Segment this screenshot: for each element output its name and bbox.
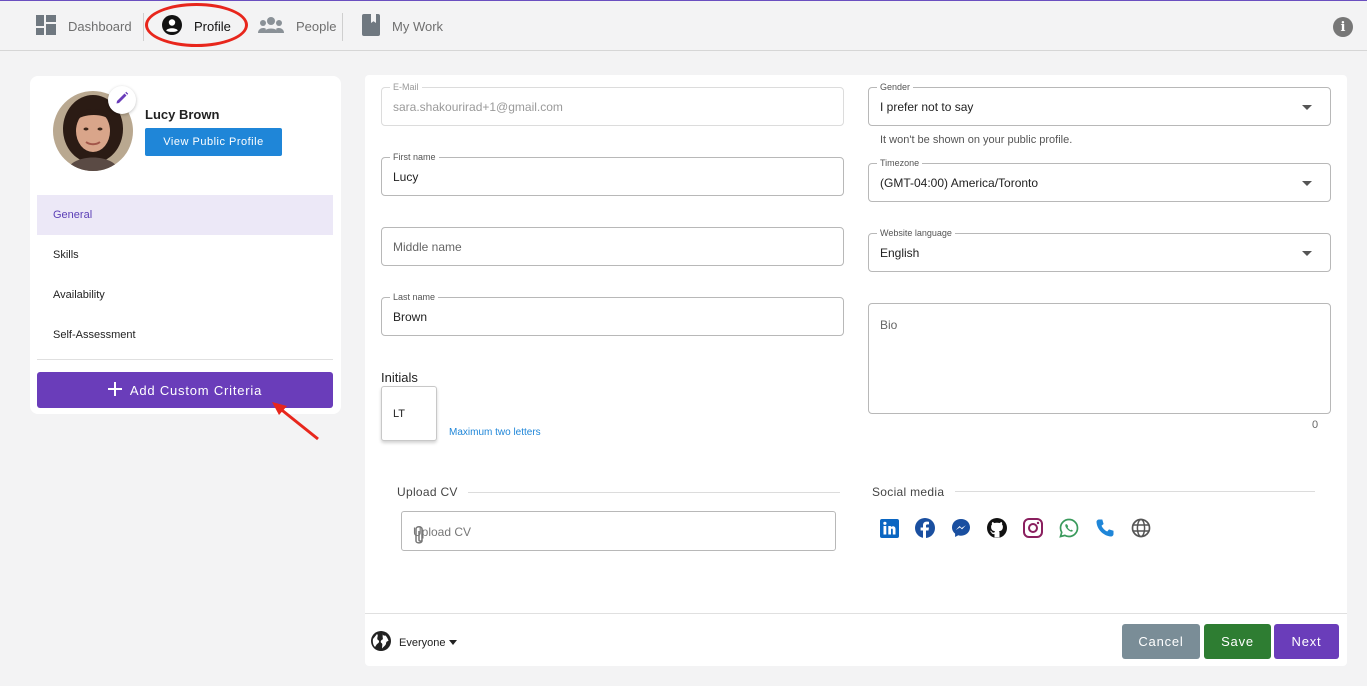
email-field-value: sara.shakourirad+1@gmail.com [393, 100, 563, 114]
nav-dashboard-label: Dashboard [68, 18, 132, 34]
sidebar-divider [37, 359, 333, 360]
linkedin-icon[interactable] [879, 518, 899, 538]
footer-divider [365, 613, 1347, 614]
timezone-select[interactable]: Timezone (GMT-04:00) America/Toronto [868, 157, 1331, 202]
gender-select[interactable]: Gender I prefer not to say [868, 81, 1331, 126]
initials-value: LT [393, 408, 406, 420]
middle-name-field[interactable]: Middle name [381, 227, 844, 266]
sidebar-item-skills[interactable]: Skills [37, 235, 333, 275]
nav-my-work-label: My Work [392, 18, 444, 34]
sidebar-item-availability[interactable]: Availability [37, 275, 333, 315]
chevron-down-icon [1302, 181, 1312, 186]
initials-input[interactable]: LT [381, 386, 437, 441]
paperclip-icon[interactable] [413, 525, 821, 550]
plus-icon [107, 381, 122, 399]
timezone-label: Timezone [877, 157, 923, 169]
nav-dashboard[interactable]: Dashboard [36, 1, 132, 51]
chevron-down-icon [1302, 251, 1312, 256]
social-media-section-title: Social media [872, 485, 945, 499]
sidebar-item-general[interactable]: General [37, 195, 333, 235]
pencil-icon [115, 91, 129, 110]
instagram-icon[interactable] [1023, 518, 1043, 538]
nav-profile[interactable]: Profile [162, 1, 231, 51]
first-name-field[interactable]: First name Lucy [381, 151, 844, 196]
user-name: Lucy Brown [145, 107, 220, 122]
bookmark-icon [362, 13, 380, 39]
nav-profile-label: Profile [194, 18, 231, 34]
nav-people[interactable]: People [258, 1, 336, 51]
account-circle-icon [162, 14, 182, 38]
email-field-label: E-Mail [390, 81, 422, 93]
upload-cv-input[interactable]: Upload CV [401, 511, 836, 551]
view-public-profile-button[interactable]: View Public Profile [145, 128, 282, 156]
facebook-icon[interactable] [915, 518, 935, 538]
sidebar-item-self-assessment[interactable]: Self-Assessment [37, 315, 333, 355]
gender-label: Gender [877, 81, 914, 93]
last-name-field[interactable]: Last name Brown [381, 291, 844, 336]
phone-icon[interactable] [1095, 518, 1115, 538]
bio-char-count: 0 [1312, 419, 1319, 431]
caret-down-icon [449, 640, 458, 645]
gender-value: I prefer not to say [880, 100, 974, 114]
timezone-value: (GMT-04:00) America/Toronto [880, 176, 1039, 190]
next-button[interactable]: Next [1274, 624, 1339, 659]
last-name-value: Brown [393, 310, 428, 324]
dashboard-icon [36, 14, 56, 38]
people-icon [258, 16, 284, 37]
gender-helper: It won't be shown on your public profile… [880, 134, 1073, 146]
messenger-icon[interactable] [951, 518, 971, 538]
section-divider [468, 492, 840, 493]
social-media-links [879, 518, 1151, 538]
globe-icon[interactable] [1131, 518, 1151, 538]
visibility-label: Everyone [399, 636, 446, 649]
language-value: English [880, 246, 920, 260]
bio-placeholder: Bio [880, 318, 898, 332]
edit-avatar-button[interactable] [108, 86, 136, 114]
nav-my-work[interactable]: My Work [362, 1, 443, 51]
bio-textarea[interactable]: Bio [868, 303, 1331, 414]
initials-label: Initials [381, 370, 418, 385]
info-icon[interactable]: i [1333, 17, 1353, 37]
add-custom-criteria-label: Add Custom Criteria [129, 382, 263, 398]
whatsapp-icon[interactable] [1059, 518, 1079, 538]
first-name-label: First name [390, 151, 439, 163]
email-field[interactable]: E-Mail sara.shakourirad+1@gmail.com [381, 81, 844, 126]
visibility-selector[interactable]: Everyone [371, 631, 458, 654]
initials-helper: Maximum two letters [449, 427, 541, 438]
middle-name-placeholder: Middle name [393, 240, 462, 254]
profile-sidebar: Lucy Brown View Public Profile General S… [30, 76, 341, 414]
top-nav-bar: Dashboard Profile People My Work i [0, 1, 1367, 51]
section-divider [955, 491, 1315, 492]
github-icon[interactable] [987, 518, 1007, 538]
language-select[interactable]: Website language English [868, 227, 1331, 272]
language-label: Website language [877, 227, 955, 239]
last-name-label: Last name [390, 291, 439, 303]
add-custom-criteria-button[interactable]: Add Custom Criteria [37, 372, 333, 408]
globe-icon [371, 631, 391, 654]
save-button[interactable]: Save [1204, 624, 1271, 659]
cancel-button[interactable]: Cancel [1122, 624, 1200, 659]
upload-cv-section-title: Upload CV [397, 485, 458, 499]
nav-divider [342, 13, 343, 41]
first-name-value: Lucy [393, 170, 419, 184]
profile-form-card: E-Mail sara.shakourirad+1@gmail.com Firs… [365, 75, 1347, 666]
chevron-down-icon [1302, 105, 1312, 110]
nav-divider [143, 13, 144, 41]
nav-people-label: People [296, 18, 337, 34]
